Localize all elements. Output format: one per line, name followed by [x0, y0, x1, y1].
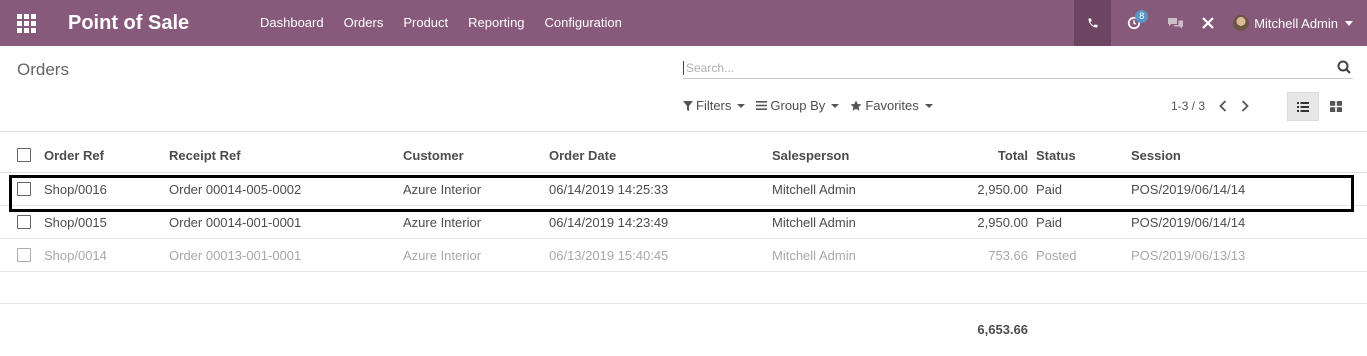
favorites-label: Favorites — [865, 98, 919, 113]
receipt-ref: Order 00013-001-0001 — [169, 248, 302, 263]
search-input[interactable] — [683, 60, 1323, 75]
total: 753.66 — [988, 248, 1028, 263]
apps-menu-icon[interactable] — [0, 0, 52, 46]
order-date: 06/13/2019 15:40:45 — [549, 248, 669, 263]
session: POS/2019/06/14/14 — [1131, 182, 1246, 197]
empty-row — [0, 272, 1367, 304]
menu-item-product[interactable]: Product — [393, 0, 458, 46]
menu-item-orders[interactable]: Orders — [334, 0, 394, 46]
order-date: 06/14/2019 14:23:49 — [549, 215, 669, 230]
salesperson: Mitchell Admin — [772, 182, 856, 197]
list-icon — [1297, 101, 1309, 112]
app-title[interactable]: Point of Sale — [52, 12, 250, 35]
kanban-icon — [1330, 101, 1342, 112]
order-ref: Shop/0016 — [44, 182, 107, 197]
order-date: 06/14/2019 14:25:33 — [549, 182, 669, 197]
user-name: Mitchell Admin — [1254, 15, 1338, 31]
chevron-down-icon — [737, 103, 746, 108]
customer: Azure Interior — [403, 182, 482, 197]
list-view-button[interactable] — [1287, 92, 1319, 121]
avatar — [1233, 15, 1250, 31]
chat-bubbles-icon[interactable] — [1157, 0, 1193, 46]
filter-icon — [683, 100, 693, 111]
salesperson: Mitchell Admin — [772, 215, 856, 230]
column-customer[interactable]: Customer — [403, 139, 464, 173]
pager-value[interactable]: 1-3 / 3 — [1171, 99, 1205, 113]
kanban-view-button[interactable] — [1321, 92, 1351, 121]
status: Posted — [1036, 248, 1077, 263]
column-session[interactable]: Session — [1131, 139, 1181, 173]
systray: 8 Mitchell Admin — [1074, 0, 1367, 46]
page-title: Orders — [17, 60, 69, 79]
table-row[interactable]: Shop/0016 Order 00014-005-0002 Azure Int… — [0, 173, 1367, 206]
salesperson: Mitchell Admin — [772, 248, 856, 263]
star-icon — [850, 100, 862, 111]
main-menu: Dashboard Orders Product Reporting Confi… — [250, 0, 632, 46]
customer: Azure Interior — [403, 248, 482, 263]
group-by-label: Group By — [770, 98, 826, 113]
select-all-checkbox[interactable] — [17, 148, 31, 162]
column-salesperson[interactable]: Salesperson — [772, 139, 849, 173]
filters-label: Filters — [696, 98, 732, 113]
group-by-button[interactable]: Group By — [756, 98, 840, 113]
grand-total: 6,653.66 — [977, 322, 1028, 337]
total: 2,950.00 — [977, 182, 1028, 197]
close-debug-icon[interactable] — [1193, 0, 1223, 46]
column-status[interactable]: Status — [1036, 139, 1076, 173]
order-ref: Shop/0015 — [44, 215, 107, 230]
receipt-ref: Order 00014-001-0001 — [169, 215, 302, 230]
session: POS/2019/06/14/14 — [1131, 215, 1246, 230]
chevron-right-icon[interactable] — [1241, 100, 1249, 112]
activity-count-badge: 8 — [1135, 10, 1149, 23]
search-options: Filters Group By Favorites — [683, 98, 944, 113]
chevron-down-icon — [924, 103, 933, 108]
filters-button[interactable]: Filters — [683, 98, 746, 113]
status: Paid — [1036, 182, 1063, 197]
chevron-down-icon — [831, 103, 840, 108]
menu-item-configuration[interactable]: Configuration — [535, 0, 632, 46]
column-order-date[interactable]: Order Date — [549, 139, 616, 173]
orders-table: Order Ref Receipt Ref Customer Order Dat… — [0, 139, 1367, 304]
favorites-button[interactable]: Favorites — [850, 98, 933, 113]
table-header: Order Ref Receipt Ref Customer Order Dat… — [0, 139, 1367, 173]
row-checkbox[interactable] — [17, 182, 31, 196]
row-checkbox[interactable] — [17, 248, 31, 262]
column-total[interactable]: Total — [998, 139, 1028, 173]
total: 2,950.00 — [977, 215, 1028, 230]
pager: 1-3 / 3 — [1171, 99, 1249, 113]
status: Paid — [1036, 215, 1063, 230]
search-bar — [683, 57, 1353, 79]
column-receipt-ref[interactable]: Receipt Ref — [169, 139, 241, 173]
menu-item-reporting[interactable]: Reporting — [458, 0, 534, 46]
table-row[interactable]: Shop/0015 Order 00014-001-0001 Azure Int… — [0, 206, 1367, 239]
user-menu[interactable]: Mitchell Admin — [1223, 0, 1367, 46]
divider — [0, 131, 1367, 132]
phone-icon[interactable] — [1074, 0, 1112, 46]
column-order-ref[interactable]: Order Ref — [44, 139, 104, 173]
receipt-ref: Order 00014-005-0002 — [169, 182, 302, 197]
chevron-left-icon[interactable] — [1219, 100, 1227, 112]
customer: Azure Interior — [403, 215, 482, 230]
row-checkbox[interactable] — [17, 215, 31, 229]
bars-icon — [756, 101, 768, 110]
order-ref: Shop/0014 — [44, 248, 107, 263]
top-navbar: Point of Sale Dashboard Orders Product R… — [0, 0, 1367, 46]
search-icon[interactable] — [1337, 60, 1351, 77]
chevron-down-icon — [1345, 20, 1353, 26]
menu-item-dashboard[interactable]: Dashboard — [250, 0, 334, 46]
session: POS/2019/06/13/13 — [1131, 248, 1246, 263]
activity-clock-icon[interactable]: 8 — [1111, 0, 1157, 46]
table-row[interactable]: Shop/0014 Order 00013-001-0001 Azure Int… — [0, 239, 1367, 272]
